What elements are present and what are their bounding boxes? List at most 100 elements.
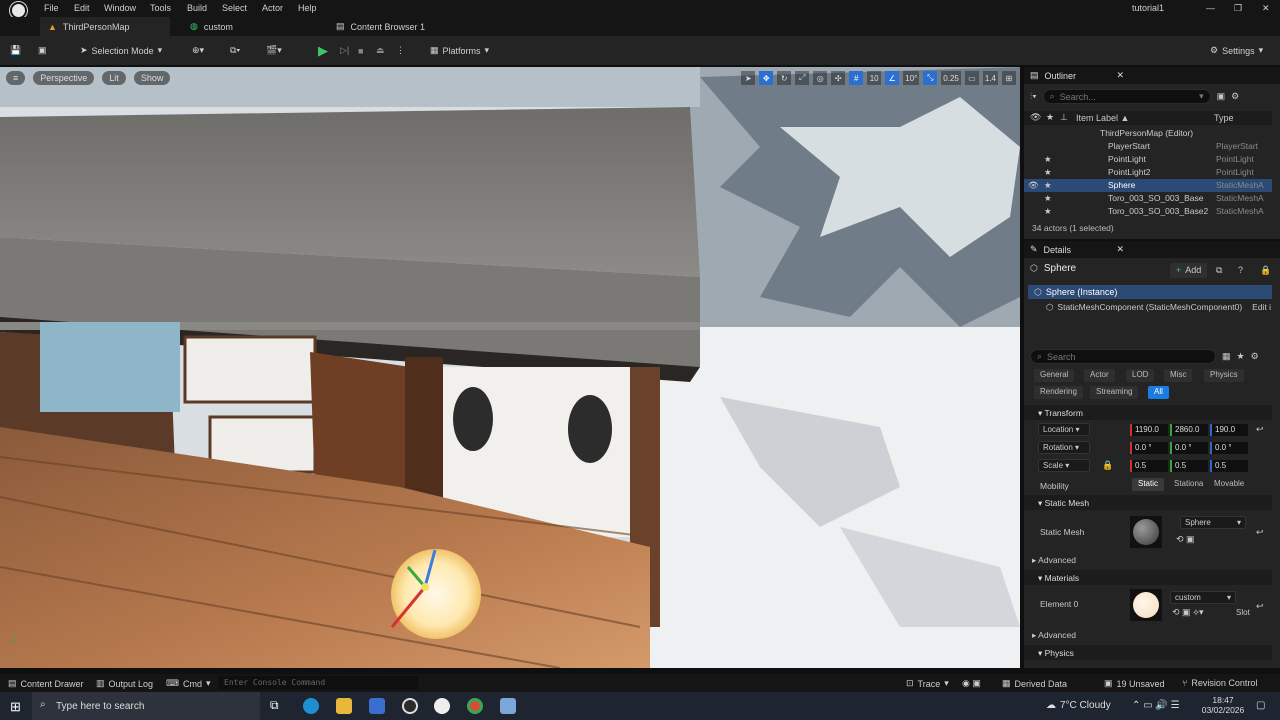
system-tray-icons[interactable]: ⌃ ▭ 🔊 ☰ bbox=[1132, 700, 1180, 711]
grid-snap-value[interactable]: 10 bbox=[867, 71, 882, 85]
browse-icon[interactable]: ⟲ ▣ bbox=[1176, 534, 1195, 545]
perspective-button[interactable]: Perspective bbox=[33, 71, 95, 85]
transform-section-header[interactable]: ▾ Transform bbox=[1024, 405, 1272, 420]
reset-icon[interactable]: ↩ bbox=[1256, 601, 1264, 612]
tree-row[interactable]: PlayerStart PlayerStart bbox=[1024, 140, 1272, 153]
selected-sphere[interactable] bbox=[391, 549, 481, 639]
advanced-toggle[interactable]: ▸ Advanced bbox=[1032, 555, 1076, 566]
menu-actor[interactable]: Actor bbox=[262, 3, 283, 13]
obs-icon[interactable] bbox=[402, 698, 418, 714]
rotation-z[interactable]: 0.0 ° bbox=[1210, 442, 1248, 454]
maximize-button[interactable]: ❐ bbox=[1234, 3, 1242, 14]
settings-icon[interactable]: ⚙ bbox=[1251, 351, 1259, 362]
content-icon[interactable]: ▣ bbox=[38, 42, 47, 59]
console-input[interactable]: Enter Console Command bbox=[218, 676, 418, 690]
level-viewport[interactable]: ≡ Perspective Lit Show ➤ ✥ ↻ ⤢ ◎ ✣ # 10 … bbox=[0, 67, 1020, 668]
notifications-icon[interactable]: ▢ bbox=[1256, 700, 1265, 711]
filter-lod[interactable]: LOD bbox=[1126, 369, 1155, 382]
show-button[interactable]: Show bbox=[133, 71, 171, 85]
viewport-scene[interactable] bbox=[0, 67, 1020, 668]
star-icon[interactable]: ★ bbox=[1237, 351, 1245, 362]
viewport-menu-button[interactable]: ≡ bbox=[6, 71, 26, 85]
filter-all[interactable]: All bbox=[1148, 386, 1169, 399]
world-icon[interactable]: ◎ bbox=[813, 71, 828, 85]
location-y[interactable]: 2860.0 bbox=[1170, 424, 1208, 436]
browse-icon[interactable]: ⟲ ▣ ⟡▾ bbox=[1172, 607, 1204, 618]
revision-control-button[interactable]: ⑂ Revision Control bbox=[1182, 678, 1257, 688]
rotation-dropdown[interactable]: Rotation ▾ bbox=[1038, 441, 1090, 454]
tree-row[interactable]: ★ PointLight PointLight bbox=[1024, 153, 1272, 166]
scale-y[interactable]: 0.5 bbox=[1170, 460, 1208, 472]
unsaved-button[interactable]: ▣ 19 Unsaved bbox=[1104, 678, 1165, 689]
clock[interactable]: 18:47 03/02/2026 bbox=[1200, 695, 1246, 715]
eject-icon[interactable]: ⏏ bbox=[376, 42, 385, 59]
save-icon[interactable]: 💾 bbox=[10, 42, 21, 59]
settings-button[interactable]: ⚙ Settings ▾ bbox=[1210, 42, 1263, 59]
materials-section-header[interactable]: ▾ Materials bbox=[1024, 570, 1272, 585]
trace-button[interactable]: ⊡ Trace ▾ bbox=[906, 678, 949, 689]
taskbar-search-input[interactable]: ⌕ Type here to search bbox=[32, 692, 260, 720]
menu-select[interactable]: Select bbox=[222, 3, 247, 13]
menu-window[interactable]: Window bbox=[104, 3, 136, 13]
material-dropdown[interactable]: custom ▾ bbox=[1170, 591, 1236, 604]
add-actor-icon[interactable]: ⊕▾ bbox=[192, 42, 204, 59]
new-folder-icon[interactable]: ▣ bbox=[1217, 91, 1226, 102]
grid-view-icon[interactable]: ▦ bbox=[1222, 351, 1231, 362]
cmd-dropdown[interactable]: ⌨ Cmd ▾ bbox=[166, 678, 211, 689]
rotation-x[interactable]: 0.0 ° bbox=[1130, 442, 1168, 454]
tree-row[interactable]: ★ Toro_003_SO_003_Base StaticMeshA bbox=[1024, 192, 1272, 205]
selection-mode-button[interactable]: ➤ Selection Mode ▾ bbox=[80, 42, 162, 59]
close-icon[interactable]: ✕ bbox=[1116, 244, 1124, 255]
platforms-button[interactable]: ▦ Platforms ▾ bbox=[430, 42, 489, 59]
content-drawer-button[interactable]: ▤ Content Drawer bbox=[8, 678, 84, 689]
unreal-taskbar-icon[interactable] bbox=[434, 698, 450, 714]
static-mesh-section-header[interactable]: ▾ Static Mesh bbox=[1024, 495, 1272, 510]
maximize-viewport-icon[interactable]: ⊞ bbox=[1002, 71, 1016, 85]
material-thumbnail[interactable] bbox=[1130, 589, 1162, 621]
lock-icon[interactable]: 🔒 bbox=[1260, 265, 1271, 276]
app-icon[interactable] bbox=[500, 698, 516, 714]
output-log-button[interactable]: ▥ Output Log bbox=[96, 678, 153, 689]
blueprint-icon[interactable]: ⧉▾ bbox=[230, 42, 240, 59]
reset-icon[interactable]: ↩ bbox=[1256, 527, 1264, 538]
translate-icon[interactable]: ✥ bbox=[759, 71, 774, 85]
column-type[interactable]: Type bbox=[1214, 113, 1234, 123]
filter-streaming[interactable]: Streaming bbox=[1090, 386, 1139, 399]
details-search-input[interactable]: ⌕ Search bbox=[1030, 349, 1216, 364]
file-explorer-icon[interactable] bbox=[336, 698, 352, 714]
filter-physics[interactable]: Physics bbox=[1204, 369, 1244, 382]
tree-row[interactable]: ★ Toro_003_SO_003_Base2 StaticMeshA bbox=[1024, 205, 1272, 218]
weather-widget[interactable]: ☁ 7°C Cloudy bbox=[1046, 700, 1111, 711]
mobility-movable[interactable]: Movable bbox=[1208, 478, 1250, 491]
chrome-icon[interactable] bbox=[467, 698, 483, 714]
location-z[interactable]: 190.0 bbox=[1210, 424, 1248, 436]
tab-thirdpersonmap[interactable]: ▲ ThirdPersonMap bbox=[40, 17, 170, 36]
lit-button[interactable]: Lit bbox=[102, 71, 126, 85]
task-view-icon[interactable]: ⧉ bbox=[270, 698, 286, 714]
settings-icon[interactable]: ⚙ bbox=[1231, 91, 1239, 102]
cinematics-icon[interactable]: 🎬▾ bbox=[266, 42, 282, 59]
location-dropdown[interactable]: Location ▾ bbox=[1038, 423, 1090, 436]
menu-file[interactable]: File bbox=[44, 3, 59, 13]
physics-section-header[interactable]: ▾ Physics bbox=[1024, 645, 1272, 660]
reset-icon[interactable]: ↩ bbox=[1256, 424, 1264, 435]
column-item-label[interactable]: Item Label ▲ bbox=[1076, 113, 1129, 123]
stop-icon[interactable]: ■ bbox=[358, 42, 363, 59]
outliner-search-input[interactable]: ⌕ Search... ▾ bbox=[1042, 89, 1211, 104]
edge-icon[interactable] bbox=[303, 698, 319, 714]
edit-link[interactable]: Edit i bbox=[1252, 302, 1271, 313]
blueprint-icon[interactable]: ⧉ bbox=[1216, 265, 1222, 276]
rotation-y[interactable]: 0.0 ° bbox=[1170, 442, 1208, 454]
instance-row[interactable]: ⬡ Sphere (Instance) bbox=[1028, 285, 1272, 299]
scale-z[interactable]: 0.5 bbox=[1210, 460, 1248, 472]
mobility-static[interactable]: Static bbox=[1132, 478, 1165, 491]
scale-x[interactable]: 0.5 bbox=[1130, 460, 1168, 472]
rotation-snap-icon[interactable]: ∠ bbox=[885, 71, 900, 85]
camera-speed-value[interactable]: 1.4 bbox=[982, 71, 998, 85]
derived-data-button[interactable]: ▦ Derived Data bbox=[1002, 678, 1067, 689]
mesh-thumbnail[interactable] bbox=[1130, 516, 1162, 548]
filter-icon[interactable]: ⫶▾ bbox=[1030, 91, 1037, 102]
mobility-stationary[interactable]: Stationa bbox=[1168, 478, 1209, 491]
minimize-button[interactable]: — bbox=[1206, 3, 1215, 13]
filter-misc[interactable]: Misc bbox=[1164, 369, 1193, 382]
